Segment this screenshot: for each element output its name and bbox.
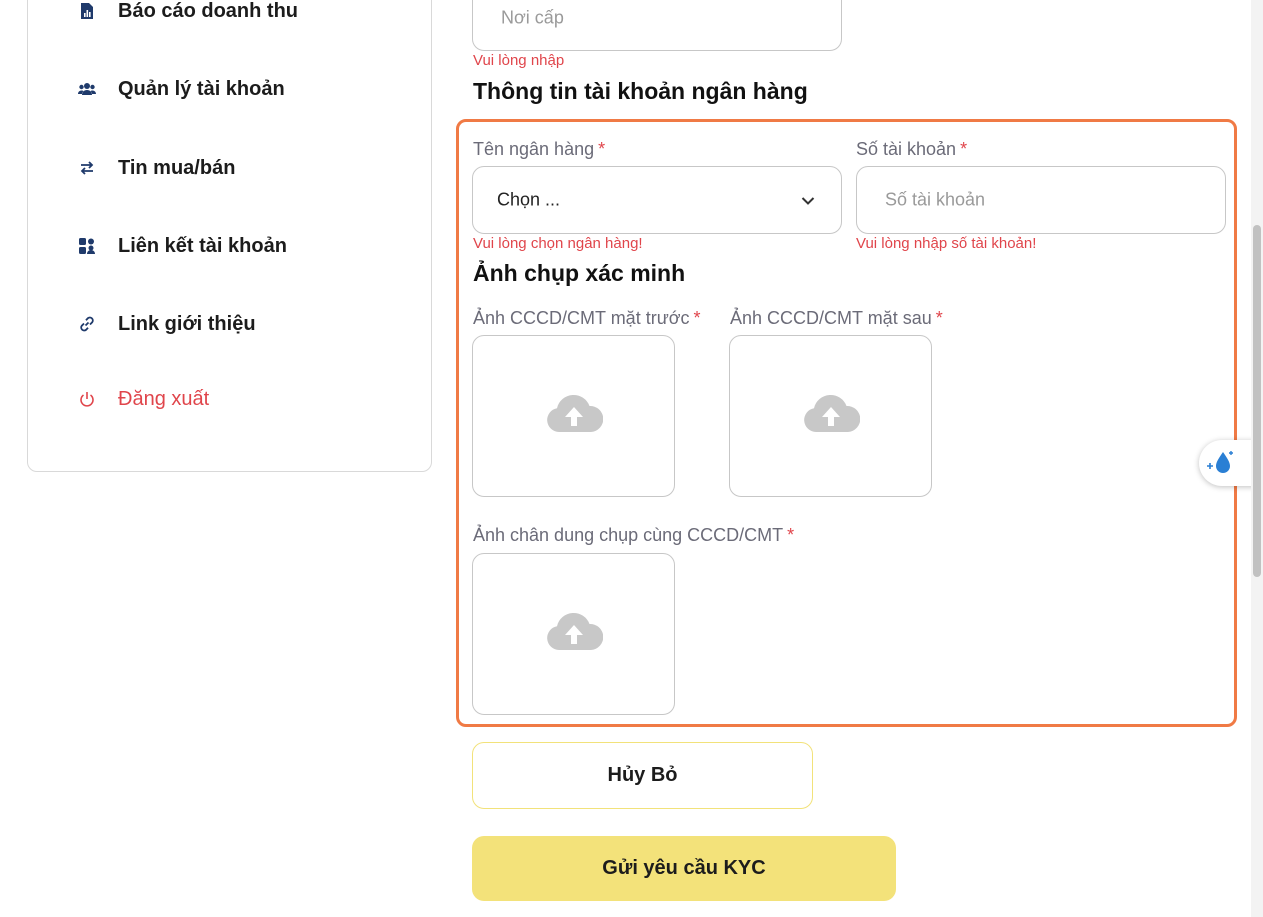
required-marker: *	[598, 139, 606, 159]
portrait-photo-label: Ảnh chân dung chụp cùng CCCD/CMT *	[473, 525, 794, 546]
bank-name-selected-value: Chọn ...	[497, 189, 561, 210]
page-scrollbar-thumb[interactable]	[1253, 225, 1261, 577]
link-accounts-icon	[78, 237, 96, 255]
sidebar-item-label: Liên kết tài khoản	[118, 234, 287, 257]
chevron-down-icon	[801, 193, 815, 211]
account-number-label-text: Số tài khoản	[856, 139, 957, 159]
power-icon	[78, 390, 96, 408]
bank-name-label: Tên ngân hàng *	[473, 139, 605, 160]
issue-place-placeholder: Nơi cấp	[501, 7, 564, 28]
portrait-photo-upload[interactable]	[472, 553, 675, 715]
issue-place-error: Vui lòng nhập	[473, 52, 565, 69]
required-marker: *	[693, 308, 701, 328]
issue-place-input[interactable]: Nơi cấp	[472, 0, 842, 51]
sidebar-menu: Báo cáo doanh thu Quản lý tài khoản Tin …	[27, 0, 432, 472]
swap-icon	[78, 159, 96, 177]
sidebar-item-label: Đăng xuất	[118, 387, 210, 410]
back-photo-upload[interactable]	[729, 335, 932, 497]
bank-name-error: Vui lòng chọn ngân hàng!	[473, 235, 643, 252]
back-photo-label-text: Ảnh CCCD/CMT mặt sau	[730, 308, 932, 328]
bank-name-label-text: Tên ngân hàng	[473, 139, 595, 159]
required-marker: *	[960, 139, 968, 159]
upload-cloud-icon	[802, 394, 861, 434]
sidebar-item-label: Quản lý tài khoản	[118, 77, 285, 100]
account-number-label: Số tài khoản *	[856, 139, 967, 160]
cancel-button[interactable]: Hủy Bỏ	[472, 742, 813, 809]
users-icon	[78, 80, 96, 98]
photo-section-title: Ảnh chụp xác minh	[473, 260, 686, 286]
back-photo-label: Ảnh CCCD/CMT mặt sau *	[730, 308, 943, 329]
front-photo-label-text: Ảnh CCCD/CMT mặt trước	[473, 308, 690, 328]
water-drop-icon	[1205, 449, 1235, 482]
sidebar-item-label: Báo cáo doanh thu	[118, 0, 298, 22]
sidebar-item-label: Tin mua/bán	[118, 156, 236, 179]
upload-cloud-icon	[545, 612, 604, 652]
upload-cloud-icon	[545, 394, 604, 434]
account-number-input[interactable]: Số tài khoản	[856, 166, 1226, 234]
portrait-photo-label-text: Ảnh chân dung chụp cùng CCCD/CMT	[473, 525, 784, 545]
account-number-error: Vui lòng nhập số tài khoản!	[856, 235, 1037, 252]
required-marker: *	[787, 525, 795, 545]
front-photo-upload[interactable]	[472, 335, 675, 497]
account-number-placeholder: Số tài khoản	[885, 189, 986, 210]
report-icon	[78, 2, 96, 20]
submit-kyc-button[interactable]: Gửi yêu cầu KYC	[472, 836, 896, 901]
required-marker: *	[935, 308, 943, 328]
front-photo-label: Ảnh CCCD/CMT mặt trước *	[473, 308, 701, 329]
sidebar-item-label: Link giới thiệu	[118, 312, 256, 335]
bank-name-select[interactable]: Chọn ...	[472, 166, 842, 234]
bank-section-title: Thông tin tài khoản ngân hàng	[473, 78, 808, 104]
chain-link-icon	[78, 315, 96, 333]
